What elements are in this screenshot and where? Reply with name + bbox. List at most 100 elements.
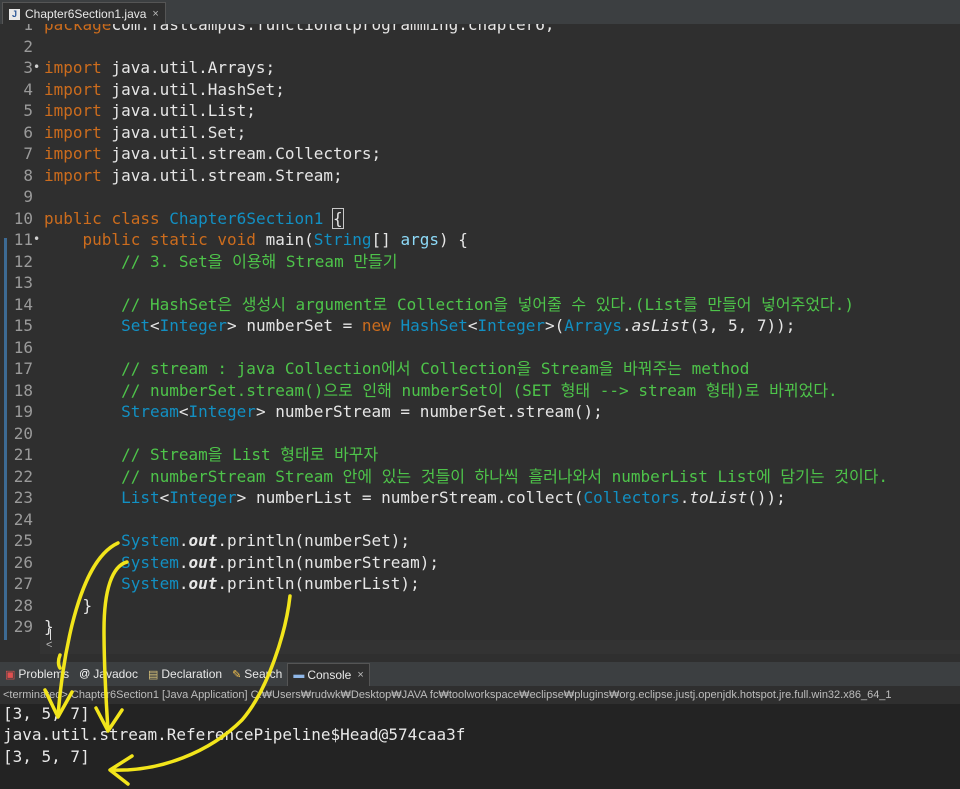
line-number[interactable]: 18 — [0, 380, 33, 402]
line-number[interactable]: 10 — [0, 208, 33, 230]
line-number[interactable]: 13 — [0, 272, 33, 294]
code-line: 9 — [0, 186, 960, 208]
line-number[interactable]: 6 — [0, 122, 33, 144]
code-editor[interactable]: 1 packagecom.fastcampus.functionalprogram… — [0, 24, 960, 640]
code-token: toList — [689, 488, 748, 507]
line-number[interactable]: 12 — [0, 251, 33, 273]
code-token: out — [188, 574, 218, 593]
code-lines: 1 packagecom.fastcampus.functionalprogram… — [0, 24, 960, 638]
console-icon: ▬ — [293, 668, 305, 681]
line-number[interactable]: 7 — [0, 143, 33, 165]
line-number[interactable]: 14 — [0, 294, 33, 316]
code-token: import — [44, 58, 102, 77]
line-number[interactable]: 22 — [0, 466, 33, 488]
line-number[interactable]: 15 — [0, 315, 33, 337]
line-number[interactable]: 16 — [0, 337, 33, 359]
code-token: . — [178, 531, 189, 550]
code-line: 13 — [0, 272, 960, 294]
code-text: import java.util.HashSet; — [44, 79, 285, 101]
close-icon[interactable]: × — [152, 8, 158, 20]
line-number[interactable]: 2 — [0, 36, 33, 58]
fold-marker-icon[interactable]: • — [33, 229, 40, 251]
code-line: 11 • public static void main(String[] arg… — [0, 229, 960, 251]
code-token: import — [44, 144, 102, 163]
line-number[interactable]: 24 — [0, 509, 33, 531]
line-number[interactable]: 19 — [0, 401, 33, 423]
line-number[interactable]: 4 — [0, 79, 33, 101]
code-token: .println(numberSet); — [217, 531, 411, 550]
line-number[interactable]: 27 — [0, 573, 33, 595]
line-number[interactable]: 20 — [0, 423, 33, 445]
console-output-line: java.util.stream.ReferencePipeline$Head@… — [3, 725, 466, 744]
code-text: System.out.println(numberList); — [44, 573, 420, 595]
tab-declaration[interactable]: ▤ Declaration — [143, 663, 227, 685]
code-token: Arrays — [564, 316, 623, 335]
line-number[interactable]: 8 — [0, 165, 33, 187]
scroll-left-arrow-icon[interactable]: < — [46, 639, 52, 651]
fold-marker-icon[interactable]: • — [33, 57, 40, 79]
line-number[interactable]: 3 — [0, 57, 33, 79]
code-line: 8 import java.util.stream.Stream; — [0, 165, 960, 187]
line-number[interactable]: 26 — [0, 552, 33, 574]
line-number[interactable]: 11 — [0, 229, 33, 251]
tab-problems[interactable]: ▣ Problems — [0, 663, 74, 685]
code-text: // HashSet은 생성시 argument로 Collection을 넣어… — [44, 294, 854, 316]
code-token: . — [178, 574, 189, 593]
code-line: 14 // HashSet은 생성시 argument로 Collection을… — [0, 294, 960, 316]
tab-search-label: Search — [244, 667, 283, 681]
code-token: < — [178, 402, 189, 421]
line-number[interactable]: 23 — [0, 487, 33, 509]
code-line: 10 public class Chapter6Section1 { — [0, 207, 960, 230]
tab-javadoc-label: Javadoc — [93, 667, 138, 681]
line-number[interactable]: 1 — [0, 24, 33, 36]
code-text: System.out.println(numberSet); — [44, 530, 410, 552]
console-output[interactable]: [3, 5, 7] java.util.stream.ReferencePipe… — [0, 704, 960, 789]
code-token: ) { — [438, 230, 468, 249]
code-text: System.out.println(numberStream); — [44, 552, 439, 574]
line-number[interactable]: 28 — [0, 595, 33, 617]
code-text: } — [44, 616, 54, 638]
code-token: System — [121, 574, 179, 593]
code-token: String — [313, 230, 372, 249]
declaration-icon: ▤ — [147, 668, 159, 681]
line-number[interactable]: 5 — [0, 100, 33, 122]
bottom-view-tab-bar: ▣ Problems @ Javadoc ▤ Declaration ✎ Sea… — [0, 662, 960, 686]
tab-console[interactable]: ▬ Console × — [287, 662, 370, 686]
code-token: System — [121, 531, 179, 550]
tab-search[interactable]: ✎ Search — [227, 663, 287, 685]
line-number[interactable]: 25 — [0, 530, 33, 552]
code-line: 25 System.out.println(numberSet); — [0, 530, 960, 552]
code-token: < — [467, 316, 478, 335]
editor-tab-chapter6section1[interactable]: J Chapter6Section1.java × — [2, 2, 166, 25]
code-text: import java.util.stream.Stream; — [44, 165, 343, 187]
code-text: import java.util.Set; — [44, 122, 246, 144]
problems-icon: ▣ — [5, 668, 16, 681]
line-number[interactable]: 29 — [0, 616, 33, 638]
close-icon[interactable]: × — [357, 669, 363, 681]
code-text: // Stream을 List 형태로 바꾸자 — [44, 444, 378, 466]
code-token: .println(numberStream); — [217, 552, 439, 572]
code-token: args — [400, 230, 439, 249]
code-token: // HashSet은 생성시 argument로 Collection을 넣어… — [121, 294, 855, 314]
code-token: java.util.Set; — [101, 122, 247, 142]
code-token: > numberList = numberStream.collect( — [236, 488, 584, 507]
line-number[interactable]: 17 — [0, 358, 33, 380]
code-token: < — [149, 316, 160, 335]
code-token: Integer — [159, 316, 228, 335]
code-token: } — [44, 617, 54, 636]
line-number[interactable]: 21 — [0, 444, 33, 466]
code-token: Set — [121, 316, 150, 335]
horizontal-scrollbar[interactable]: < — [40, 639, 960, 654]
tab-javadoc[interactable]: @ Javadoc — [74, 663, 143, 685]
code-line: 3 • import java.util.Arrays; — [0, 57, 960, 79]
code-line: 4 import java.util.HashSet; — [0, 79, 960, 101]
code-text: import java.util.List; — [44, 100, 256, 122]
line-number[interactable]: 9 — [0, 186, 33, 208]
code-line: 23 List<Integer> numberList = numberStre… — [0, 487, 960, 509]
